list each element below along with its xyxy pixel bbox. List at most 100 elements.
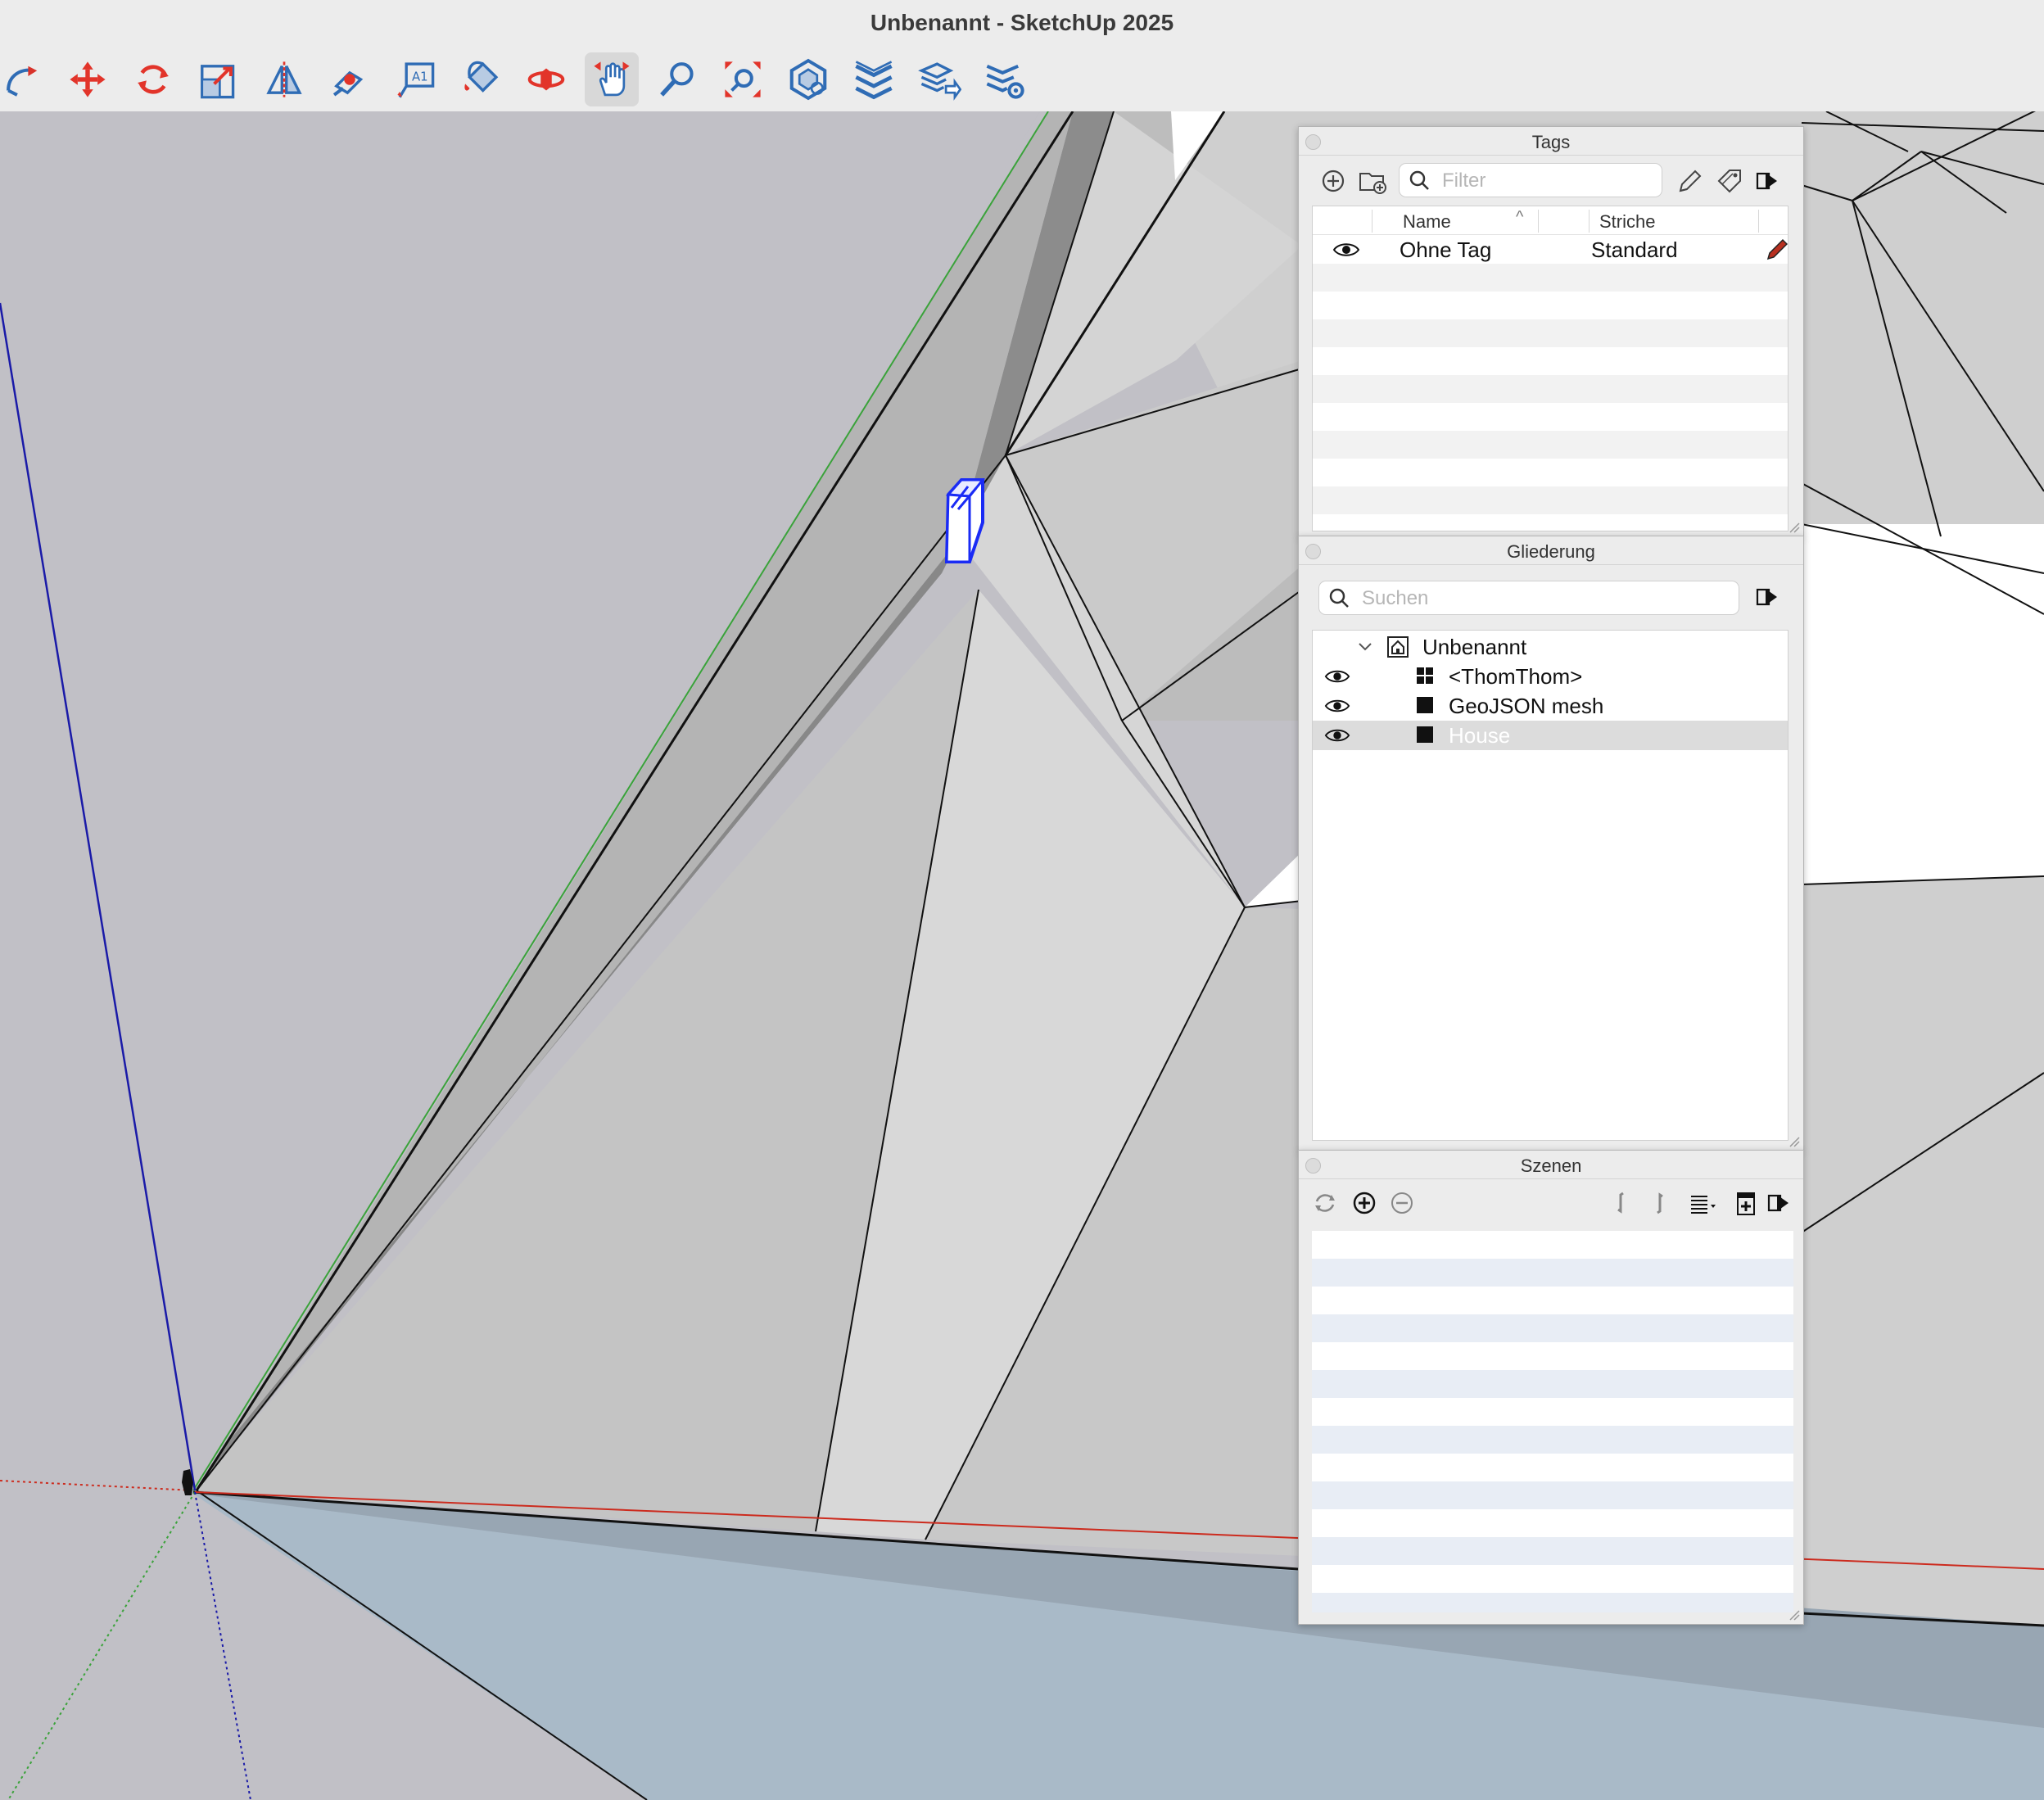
layers-settings-icon — [986, 64, 1024, 99]
zoom-extents-tool[interactable] — [716, 52, 770, 106]
add-tag-folder-button[interactable] — [1354, 165, 1391, 197]
outline-panel-title: Gliederung — [1507, 541, 1595, 562]
refresh-icon — [1315, 1194, 1335, 1212]
add-scene-button[interactable] — [1348, 1187, 1381, 1219]
scenes-panel-header: Szenen — [1299, 1151, 1803, 1179]
outline-root-row[interactable]: Unbenannt — [1313, 632, 1788, 662]
rotate-icon — [138, 65, 169, 94]
add-circle-icon — [1353, 1192, 1376, 1214]
outline-panel-header: Gliederung — [1299, 536, 1803, 565]
eye-icon[interactable] — [1324, 697, 1350, 715]
resize-grip-icon[interactable] — [1787, 1134, 1800, 1147]
sort-ascending-icon: ^ — [1516, 208, 1524, 226]
panel-menu-arrow-icon — [1767, 1194, 1788, 1212]
outline-item[interactable]: GeoJSON mesh — [1313, 691, 1788, 721]
tag-color-pencil-icon[interactable] — [1765, 237, 1788, 262]
outline-item[interactable]: <ThomThom> — [1313, 662, 1788, 691]
outline-root-label: Unbenannt — [1422, 635, 1527, 659]
eye-icon[interactable] — [1324, 726, 1350, 744]
outline-item-label: GeoJSON mesh — [1449, 694, 1604, 718]
tag-strokes[interactable]: Standard — [1591, 237, 1678, 263]
tag-settings-button[interactable] — [1713, 165, 1746, 197]
tags-panel-title: Tags — [1531, 132, 1571, 152]
outline-search-input[interactable] — [1360, 584, 1734, 613]
tag-icon — [1717, 170, 1741, 193]
scene-details-button[interactable] — [1730, 1187, 1762, 1219]
scenes-panel-menu-button[interactable] — [1762, 1187, 1795, 1219]
add-tag-button[interactable] — [1317, 165, 1350, 197]
model-home-icon — [1387, 636, 1409, 658]
orbit-tool[interactable] — [519, 52, 573, 106]
update-scene-button[interactable] — [1309, 1187, 1341, 1219]
remove-scene-button[interactable] — [1386, 1187, 1418, 1219]
tag-tool-button[interactable] — [1674, 165, 1707, 197]
list-view-icon — [1691, 1196, 1716, 1214]
solid-inspector-tool[interactable] — [781, 52, 835, 106]
move-icon — [70, 61, 106, 97]
position-texture-tool[interactable] — [323, 52, 377, 106]
flip-tool[interactable] — [257, 52, 311, 106]
move-scene-down-button[interactable] — [1605, 1187, 1638, 1219]
column-name-header[interactable]: Name — [1403, 211, 1451, 233]
tag-name: Ohne Tag — [1400, 237, 1492, 262]
text-icon: A1 — [397, 62, 435, 98]
arrow-down-icon — [1617, 1192, 1624, 1214]
scale-tool[interactable] — [192, 52, 246, 106]
layers-export-icon — [918, 62, 961, 101]
tags-filter-input[interactable] — [1440, 166, 1657, 196]
follow-me-icon — [7, 66, 38, 97]
tags-panel-header: Tags — [1299, 127, 1803, 156]
search-icon — [1409, 170, 1429, 190]
scene-details-icon — [1737, 1192, 1755, 1215]
scene-view-options-button[interactable] — [1682, 1187, 1723, 1219]
resize-grip-icon[interactable] — [1787, 1608, 1800, 1621]
svg-text:A1: A1 — [412, 69, 428, 84]
eye-icon[interactable] — [1332, 241, 1360, 259]
outline-panel: Gliederung Unbenannt <ThomThom> GeoJSON … — [1298, 536, 1804, 1151]
flip-icon — [266, 61, 302, 97]
rotate-tool[interactable] — [126, 52, 180, 106]
tags-table-header: Name ^ Striche — [1313, 206, 1788, 235]
group-icon — [1417, 697, 1433, 713]
window-title: Unbenannt - SketchUp 2025 — [870, 10, 1174, 35]
pan-icon — [594, 61, 630, 97]
layers-stack-icon — [855, 61, 893, 100]
move-tool[interactable] — [61, 52, 115, 106]
outline-search[interactable] — [1318, 581, 1739, 615]
scale-icon — [201, 65, 235, 99]
layers-export-tool[interactable] — [912, 52, 966, 106]
outline-panel-menu-button[interactable] — [1751, 581, 1784, 613]
main-toolbar: A1 — [0, 47, 2044, 113]
title-bar: Unbenannt - SketchUp 2025 — [0, 0, 2044, 47]
resize-grip-icon[interactable] — [1787, 520, 1800, 533]
chevron-down-icon[interactable] — [1357, 640, 1373, 654]
follow-me-tool[interactable] — [0, 52, 51, 106]
outline-item-label: <ThomThom> — [1449, 664, 1583, 689]
eye-icon[interactable] — [1324, 667, 1350, 685]
tags-filter[interactable] — [1399, 163, 1662, 197]
layers-stack-tool[interactable] — [847, 52, 901, 106]
search-icon — [1329, 588, 1349, 608]
pencil-eraser-icon — [1679, 170, 1702, 192]
component-icon — [1417, 667, 1433, 684]
zoom-icon — [660, 62, 694, 97]
solid-inspector-icon — [789, 58, 827, 101]
add-circle-icon — [1322, 170, 1345, 192]
panel-menu-arrow-icon — [1756, 172, 1777, 190]
folder-add-icon — [1359, 173, 1386, 194]
pan-tool[interactable] — [585, 52, 639, 106]
outline-item-label: House — [1449, 723, 1511, 748]
outline-item-selected[interactable]: House — [1313, 721, 1788, 750]
column-strokes-header[interactable]: Striche — [1599, 211, 1655, 233]
tags-panel-menu-button[interactable] — [1751, 165, 1784, 197]
group-icon — [1417, 726, 1433, 743]
move-scene-up-button[interactable] — [1643, 1187, 1675, 1219]
text-tool[interactable]: A1 — [388, 52, 442, 106]
zoom-extents-icon — [725, 61, 761, 97]
layers-settings-tool[interactable] — [978, 52, 1032, 106]
zoom-tool[interactable] — [650, 52, 704, 106]
paint-bucket-tool[interactable] — [454, 52, 508, 106]
scenes-panel: Szenen — [1298, 1150, 1804, 1625]
tag-row[interactable]: Ohne Tag Standard — [1313, 236, 1788, 264]
remove-circle-icon — [1391, 1192, 1413, 1214]
